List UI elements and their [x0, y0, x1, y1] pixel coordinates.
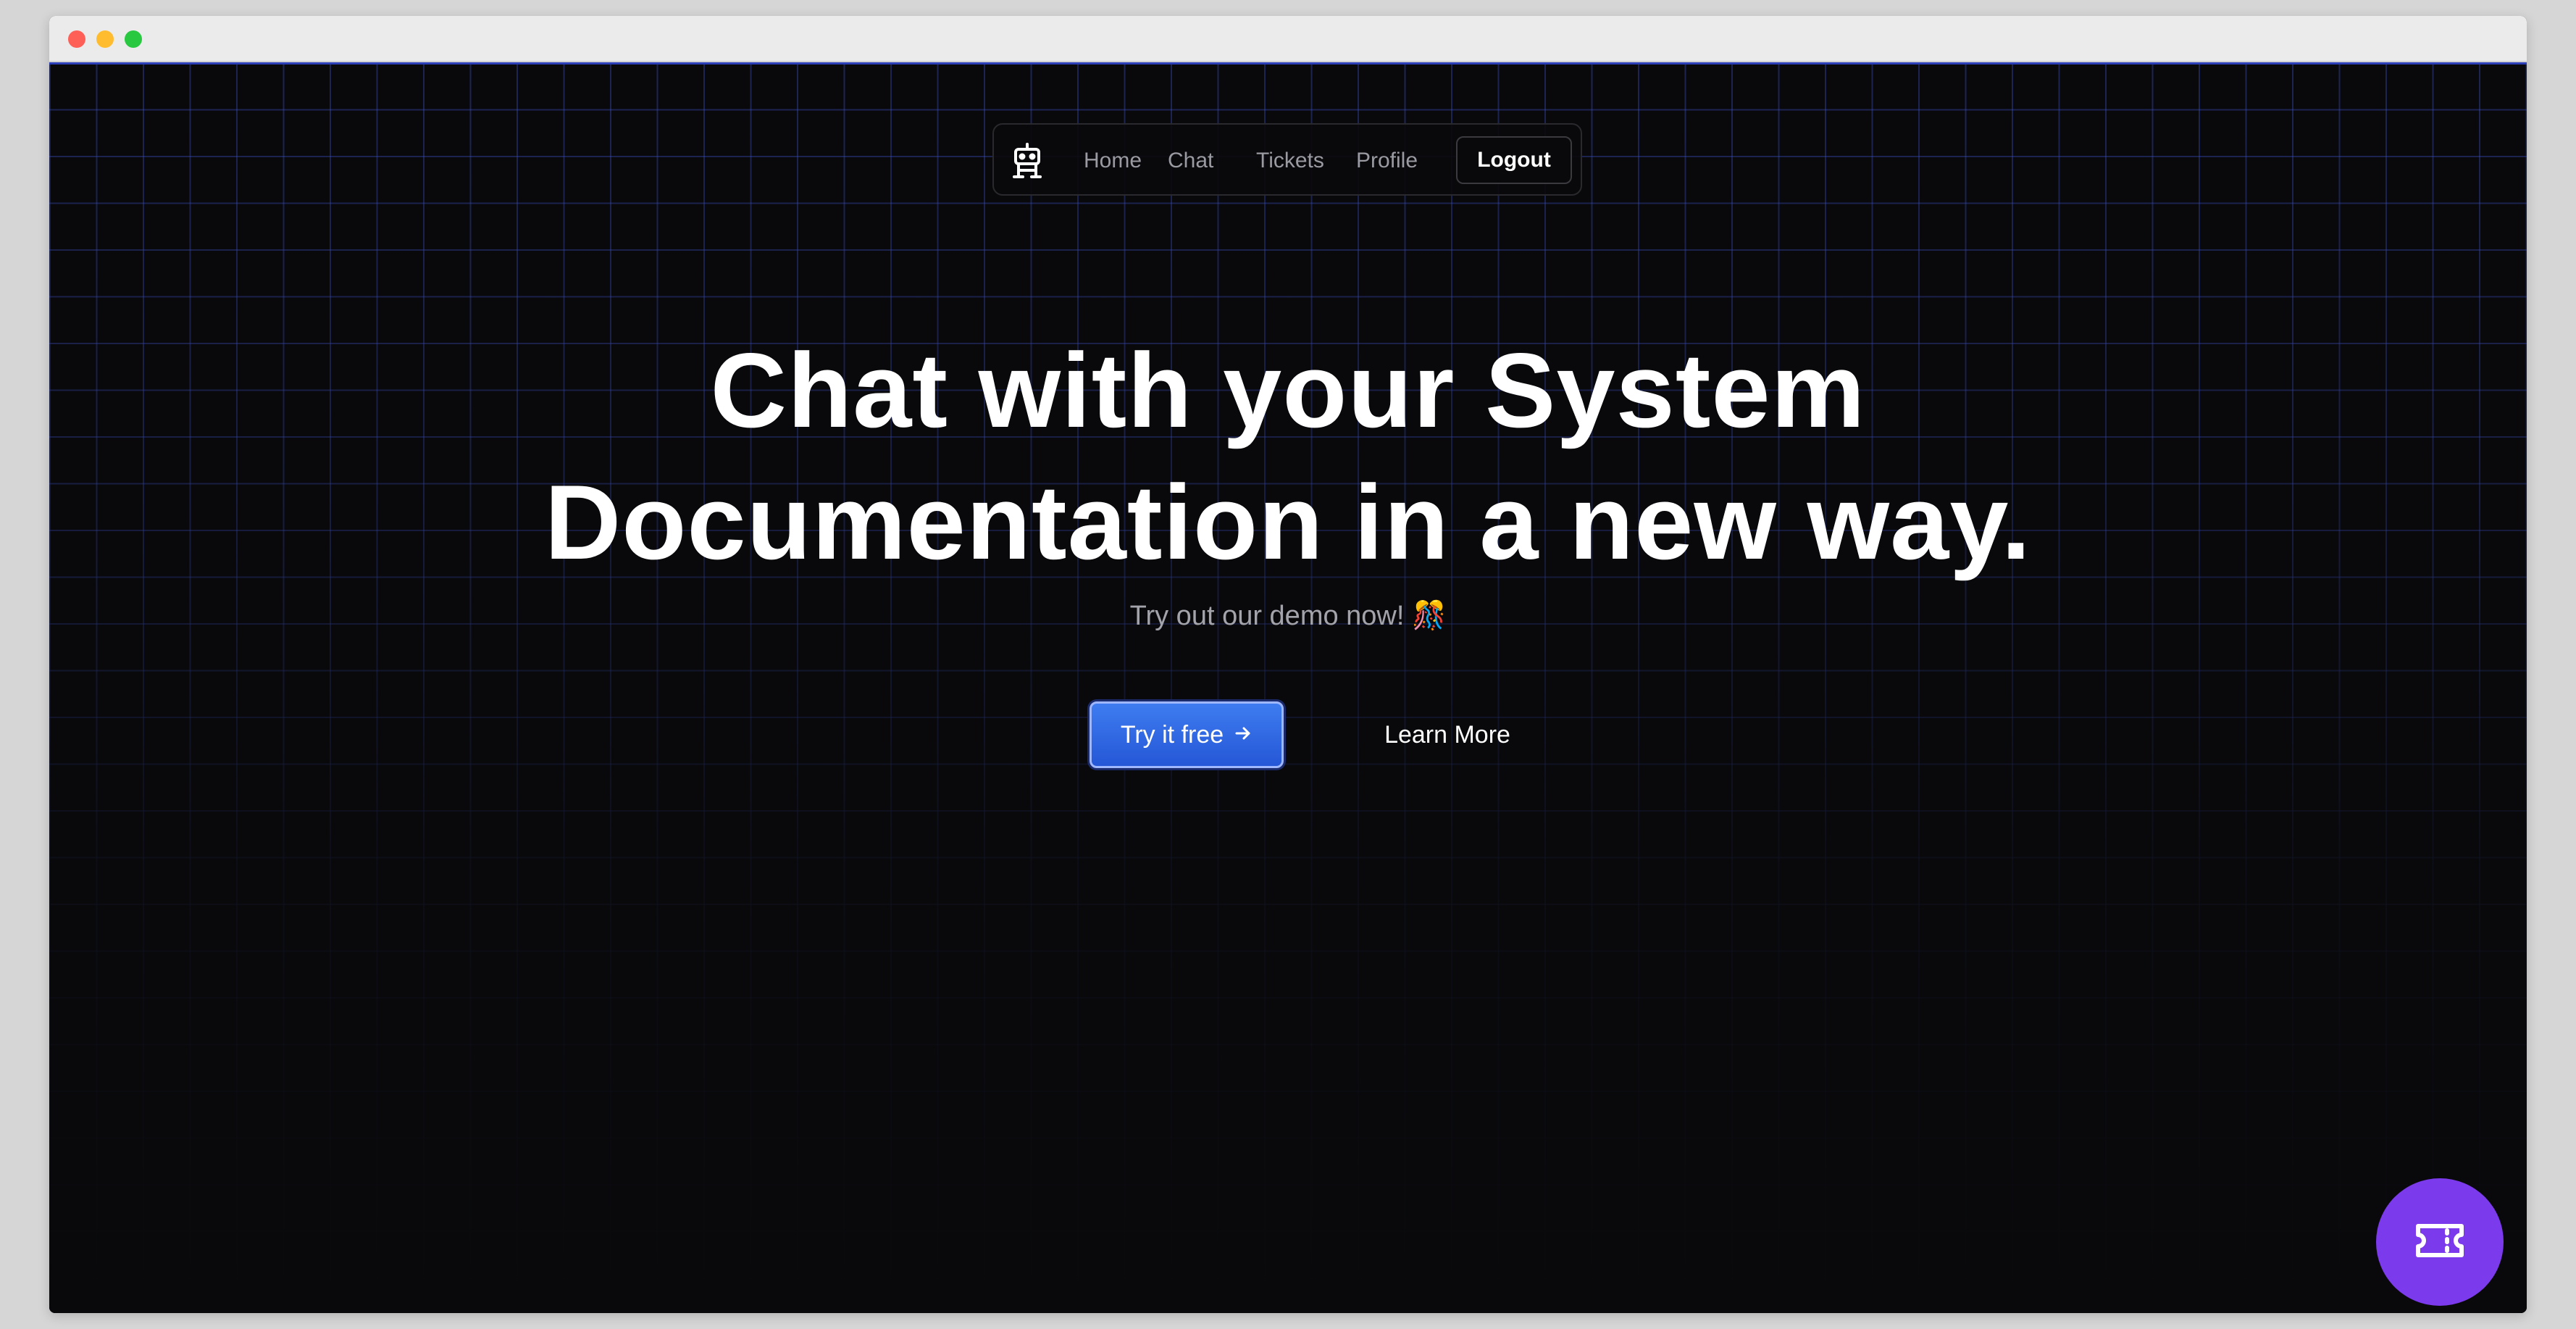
try-it-free-label: Try it free [1120, 720, 1224, 749]
zoom-window-button[interactable] [125, 30, 142, 48]
learn-more-button[interactable]: Learn More [1368, 701, 1527, 768]
page-viewport: Home Chat Tickets Profile Logout Chat wi… [49, 62, 2527, 1313]
arrow-right-icon [1234, 721, 1253, 749]
hero-subtitle: Try out our demo now! 🎊 [1129, 601, 1447, 631]
top-navbar: Home Chat Tickets Profile Logout [992, 123, 1582, 196]
background-grid-fade [49, 62, 2527, 1313]
minimize-window-button[interactable] [96, 30, 114, 48]
hero-title-line-2: Documentation in a new way. [544, 463, 2032, 581]
browser-titlebar [49, 16, 2527, 62]
nav-link-profile[interactable]: Profile [1356, 148, 1418, 174]
close-window-button[interactable] [68, 30, 85, 48]
ticket-icon [2414, 1220, 2466, 1265]
robot-icon[interactable] [1010, 142, 1045, 180]
hero-title: Chat with your System Documentation in a… [49, 325, 2527, 588]
nav-link-chat[interactable]: Chat [1168, 148, 1213, 174]
nav-link-home[interactable]: Home [1084, 148, 1142, 174]
top-border-accent [49, 62, 2527, 64]
nav-link-tickets[interactable]: Tickets [1256, 148, 1324, 174]
try-it-free-button[interactable]: Try it free [1090, 701, 1284, 768]
hero-title-line-1: Chat with your System [710, 331, 1866, 449]
browser-window: Home Chat Tickets Profile Logout Chat wi… [49, 16, 2527, 1313]
logout-button[interactable]: Logout [1456, 136, 1572, 184]
ticket-fab-button[interactable] [2376, 1178, 2504, 1306]
